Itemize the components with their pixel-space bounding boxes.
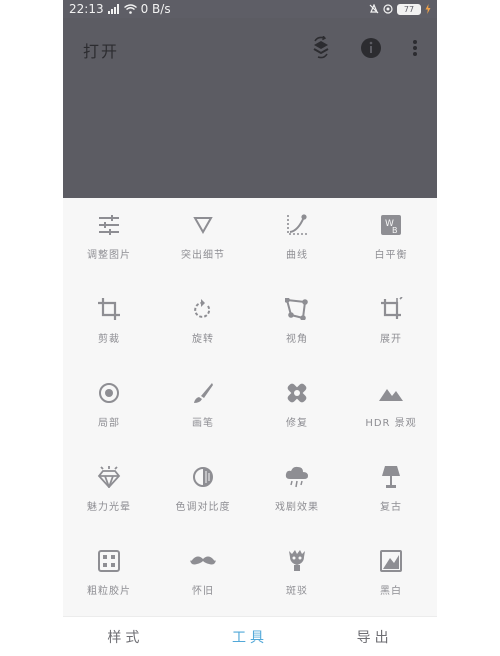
mountain-icon [378,380,404,406]
tab-styles[interactable]: 样式 [107,627,143,647]
tool-label: 曲线 [286,250,308,261]
tool-label: 视角 [286,334,308,345]
image-preview: 打开 [63,18,437,198]
wifi-icon [123,4,137,14]
black-white-icon [378,548,404,574]
mustache-icon [190,548,216,574]
lamp-icon [378,464,404,490]
tool-white-balance[interactable]: WB 白平衡 [345,198,437,268]
bottom-nav: 样式 工具 导出 [63,616,437,656]
tool-label: 黑白 [380,586,402,597]
tool-label: 突出细节 [181,250,225,261]
tab-tools[interactable]: 工具 [232,627,268,647]
expand-icon [378,296,404,322]
tool-label: 局部 [98,418,120,429]
diamond-icon [96,464,122,490]
tool-label: 色调对比度 [175,502,231,513]
tonal-contrast-icon [190,464,216,490]
tool-healing[interactable]: 修复 [251,366,343,436]
tool-grainy-film[interactable]: 粗粒胶片 [63,534,155,604]
tool-expand[interactable]: 展开 [345,282,437,352]
tool-drama[interactable]: 戏剧效果 [251,450,343,520]
tool-tune-image[interactable]: 调整图片 [63,198,155,268]
tool-label: 戏剧效果 [275,502,319,513]
tool-label: 粗粒胶片 [87,586,131,597]
selective-icon [96,380,122,406]
phone-screen: 22:13 0 B/s 77 打开 调整图片 突出细节 曲线 W B 白平衡 剪… [63,0,437,656]
tool-label: HDR 景观 [365,418,417,429]
open-button[interactable]: 打开 [83,38,119,62]
alarm-off-icon [369,4,379,14]
white-balance-icon: WB [378,212,404,238]
tune-sliders-icon [96,212,122,238]
tool-label: 调整图片 [87,250,131,261]
tool-label: 修复 [286,418,308,429]
tool-label: 怀旧 [192,586,214,597]
tool-vintage[interactable]: 复古 [345,450,437,520]
cloud-icon [284,464,310,490]
dnd-icon [383,4,393,14]
network-speed: 0 B/s [140,2,171,16]
tool-retrolux[interactable]: 怀旧 [157,534,249,604]
tool-label: 画笔 [192,418,214,429]
tool-label: 魅力光晕 [87,502,131,513]
tool-crop[interactable]: 剪裁 [63,282,155,352]
triangle-down-icon [190,212,216,238]
signal-icon [107,4,120,14]
info-icon[interactable] [359,36,383,60]
healing-bandage-icon [284,380,310,406]
tab-export[interactable]: 导出 [357,627,393,647]
tools-grid: 调整图片 突出细节 曲线 WB 白平衡 剪裁 旋转 视角 展开 局部 画笔 修复… [63,198,437,616]
tool-label: 白平衡 [374,250,408,261]
grunge-icon [284,548,310,574]
tool-label: 斑驳 [286,586,308,597]
battery-indicator: 77 [397,3,421,15]
svg-text:B: B [392,226,398,235]
tool-glamour-glow[interactable]: 魅力光晕 [63,450,155,520]
tool-curves[interactable]: 曲线 [251,198,343,268]
tool-label: 旋转 [192,334,214,345]
tool-grunge[interactable]: 斑驳 [251,534,343,604]
tool-hdr-scape[interactable]: HDR 景观 [345,366,437,436]
status-time: 22:13 [69,2,104,16]
tool-tonal-contrast[interactable]: 色调对比度 [157,450,249,520]
tool-rotate[interactable]: 旋转 [157,282,249,352]
tool-brush[interactable]: 画笔 [157,366,249,436]
crop-icon [96,296,122,322]
charging-icon [425,4,431,14]
layers-refresh-icon[interactable] [309,36,333,60]
brush-icon [190,380,216,406]
tool-label: 展开 [380,334,402,345]
tool-label: 剪裁 [98,334,120,345]
tool-label: 复古 [380,502,402,513]
tool-black-white[interactable]: 黑白 [345,534,437,604]
status-bar: 22:13 0 B/s 77 [63,0,437,18]
rotate-icon [190,296,216,322]
dice-icon [96,548,122,574]
tool-perspective[interactable]: 视角 [251,282,343,352]
tool-selective[interactable]: 局部 [63,366,155,436]
tool-details[interactable]: 突出细节 [157,198,249,268]
more-vert-icon[interactable] [403,36,427,60]
curves-icon [284,212,310,238]
perspective-icon [284,296,310,322]
